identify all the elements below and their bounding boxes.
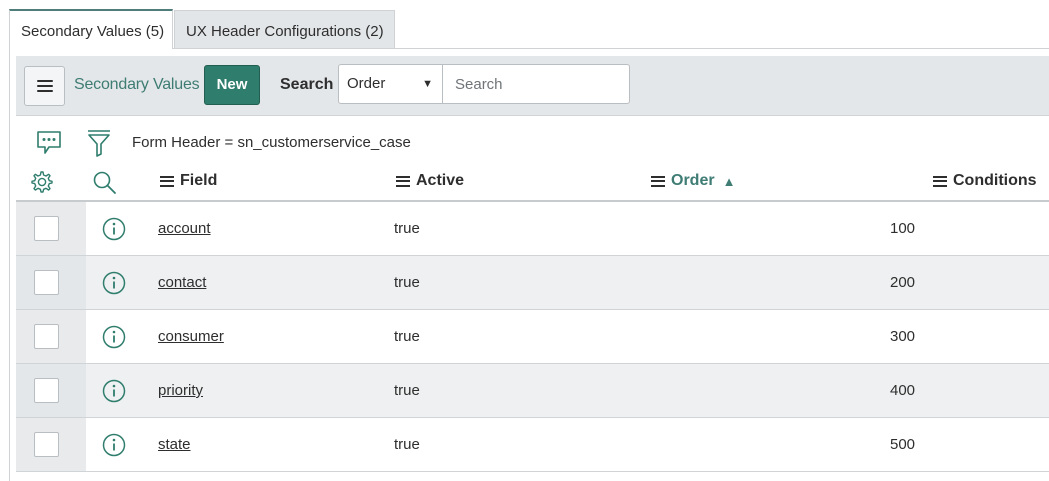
- related-list-panel: Secondary Values (5) UX Header Configura…: [0, 0, 1049, 481]
- hamburger-icon: [36, 80, 53, 92]
- column-menu-icon: [651, 175, 665, 187]
- chat-bubble-icon: [37, 131, 61, 154]
- column-label: Field: [180, 172, 218, 189]
- column-label: Conditions: [953, 172, 1037, 189]
- tab-ux-header-configurations[interactable]: UX Header Configurations (2): [174, 10, 395, 49]
- table-row: account true 100: [16, 202, 1049, 256]
- order-value: 500: [890, 436, 916, 453]
- magnifier-icon: [93, 171, 116, 194]
- row-select-cell: [16, 202, 86, 255]
- field-link[interactable]: account: [158, 220, 211, 237]
- table-row: consumer true 300: [16, 310, 1049, 364]
- caret-down-icon: ▼: [422, 78, 433, 90]
- row-checkbox[interactable]: [34, 324, 59, 349]
- column-search-button[interactable]: [92, 170, 118, 196]
- info-icon[interactable]: [102, 271, 126, 295]
- row-checkbox[interactable]: [34, 378, 59, 403]
- active-value: true: [394, 382, 420, 399]
- order-value: 100: [890, 220, 916, 237]
- table-row: contact true 200: [16, 256, 1049, 310]
- new-button[interactable]: New: [204, 65, 260, 105]
- row-select-cell: [16, 256, 86, 309]
- search-field-value: Order: [347, 75, 386, 92]
- row-checkbox[interactable]: [34, 270, 59, 295]
- personalize-list-button[interactable]: [30, 170, 54, 194]
- sort-ascending-icon: ▲: [722, 173, 736, 189]
- table-row: priority true 400: [16, 364, 1049, 418]
- list-toolbar: Secondary Values New Search Order ▼: [16, 56, 1049, 116]
- order-value: 400: [890, 382, 916, 399]
- field-link[interactable]: contact: [158, 274, 206, 291]
- filter-button[interactable]: [86, 129, 112, 157]
- search-label: Search: [280, 76, 334, 93]
- column-menu-icon: [160, 175, 174, 187]
- table-row: state true 500: [16, 418, 1049, 472]
- active-value: true: [394, 328, 420, 345]
- field-link[interactable]: state: [158, 436, 191, 453]
- panel-border: [9, 48, 10, 481]
- column-header-conditions[interactable]: Conditions: [933, 172, 1037, 190]
- order-value: 200: [890, 274, 916, 291]
- column-menu-icon: [933, 175, 947, 187]
- info-icon[interactable]: [102, 433, 126, 457]
- list-menu-button[interactable]: [24, 66, 65, 106]
- tab-bar: Secondary Values (5) UX Header Configura…: [9, 9, 395, 49]
- column-label: Active: [416, 172, 465, 189]
- info-icon[interactable]: [102, 217, 126, 241]
- info-icon[interactable]: [102, 325, 126, 349]
- column-header-field[interactable]: Field: [160, 172, 217, 190]
- tab-secondary-values[interactable]: Secondary Values (5): [9, 9, 173, 49]
- row-select-cell: [16, 364, 86, 417]
- row-select-cell: [16, 310, 86, 363]
- activity-stream-button[interactable]: [35, 130, 63, 156]
- table-body: account true 100 contact true 200 consum…: [16, 202, 1049, 472]
- row-checkbox[interactable]: [34, 432, 59, 457]
- active-value: true: [394, 274, 420, 291]
- gear-icon: [31, 171, 53, 193]
- row-select-cell: [16, 418, 86, 471]
- list-title: Secondary Values: [74, 76, 200, 93]
- search-input[interactable]: [442, 64, 630, 104]
- active-value: true: [394, 220, 420, 237]
- table-header: Field Active Order ▲ Conditions: [16, 162, 1049, 202]
- filter-breadcrumb[interactable]: Form Header = sn_customerservice_case: [132, 134, 411, 151]
- funnel-icon: [88, 130, 110, 157]
- active-value: true: [394, 436, 420, 453]
- field-link[interactable]: consumer: [158, 328, 224, 345]
- order-value: 300: [890, 328, 916, 345]
- column-label: Order: [671, 172, 715, 189]
- column-header-active[interactable]: Active: [396, 172, 464, 190]
- info-icon[interactable]: [102, 379, 126, 403]
- row-checkbox[interactable]: [34, 216, 59, 241]
- field-link[interactable]: priority: [158, 382, 203, 399]
- column-header-order[interactable]: Order ▲: [651, 172, 735, 190]
- search-field-select[interactable]: Order ▼: [338, 64, 443, 104]
- column-menu-icon: [396, 175, 410, 187]
